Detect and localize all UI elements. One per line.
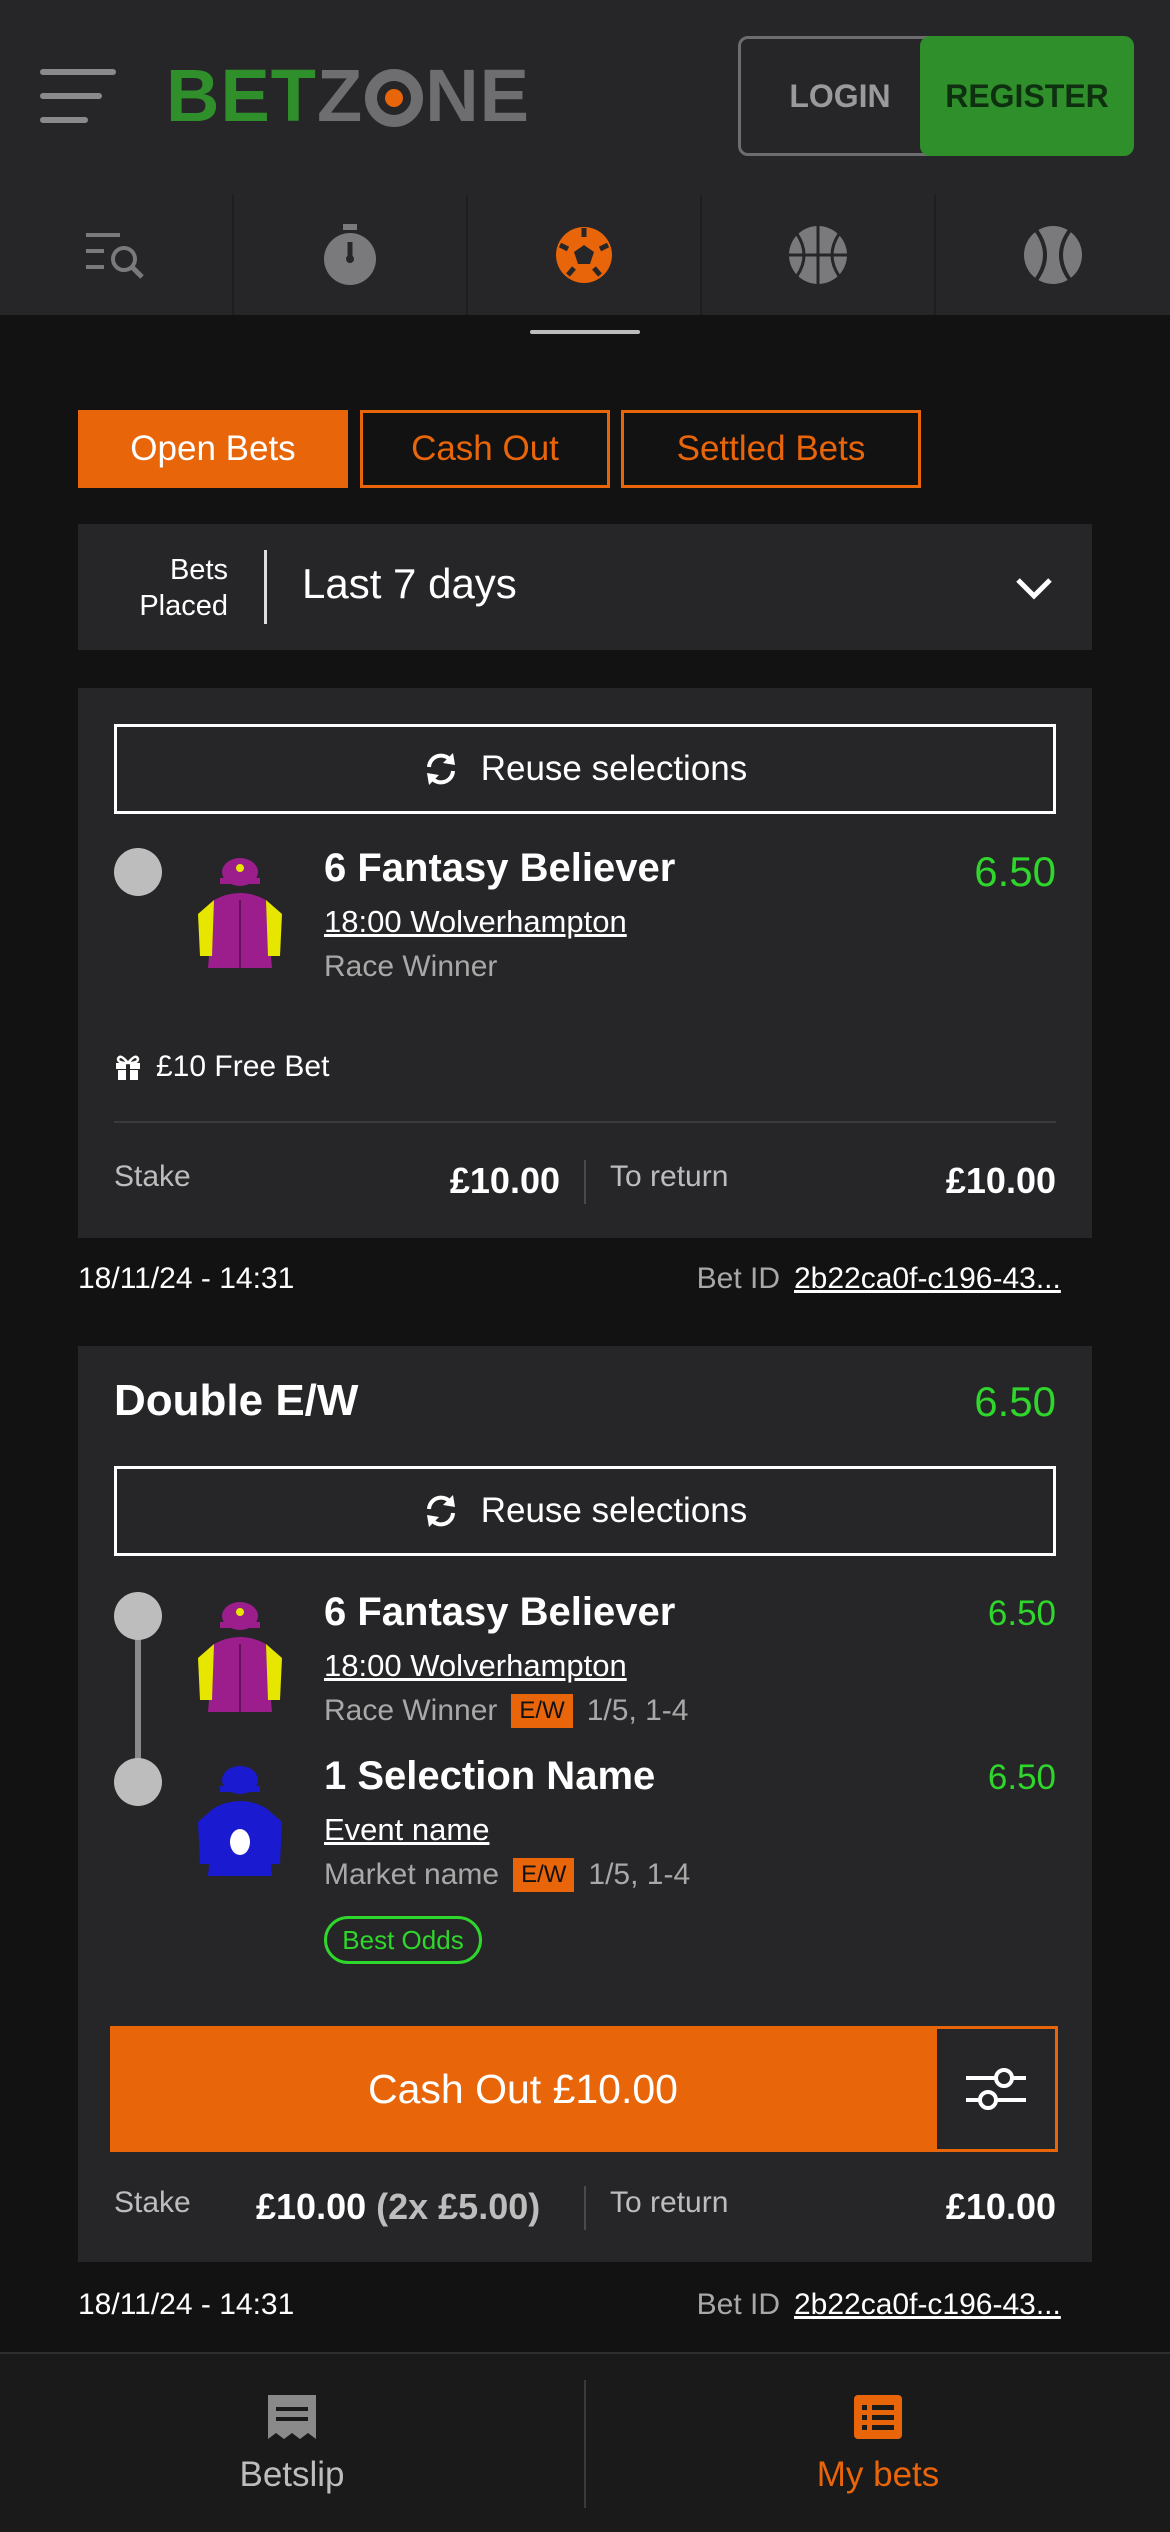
each-way-badge: E/W	[511, 1694, 573, 1728]
reuse-label: Reuse selections	[480, 1491, 748, 1530]
refresh-icon	[426, 1495, 455, 1527]
bet-id: Bet ID 2b22ca0f-c196-43...	[697, 1262, 1078, 1296]
sport-active-indicator	[530, 330, 640, 334]
filter-value: Last 7 days	[302, 560, 517, 607]
stake-return-divider	[584, 1160, 586, 1204]
bottom-nav-my-bets[interactable]: My bets	[586, 2354, 1170, 2532]
sport-tab-inplay[interactable]	[234, 195, 468, 315]
selection-event-link[interactable]: Event name	[324, 1812, 489, 1848]
tab-open-bets[interactable]: Open Bets	[78, 410, 348, 488]
free-bet-label: £10 Free Bet	[114, 1050, 329, 1084]
bottom-nav-betslip[interactable]: Betslip	[0, 2354, 584, 2532]
betzone-logo[interactable]: BETZ NE	[166, 56, 530, 136]
bet-date: 18/11/24 - 14:31	[78, 2288, 295, 2321]
stake-value: £10.00 (2x £5.00)	[256, 2186, 541, 2227]
selection-status-indicator	[114, 1758, 162, 1806]
selection-market: Race Winner	[324, 950, 498, 983]
refresh-icon	[426, 753, 455, 785]
reuse-selections-button[interactable]: Reuse selections	[114, 724, 1056, 814]
selection-status-indicator	[114, 1592, 162, 1640]
selection-market: Market name E/W 1/5, 1-4	[324, 1858, 691, 1892]
bet-id: Bet ID 2b22ca0f-c196-43...	[697, 2288, 1078, 2322]
reuse-label: Reuse selections	[480, 749, 748, 788]
list-icon	[854, 2395, 902, 2439]
reuse-selections-button[interactable]: Reuse selections	[114, 1466, 1056, 1556]
selection-event-link[interactable]: 18:00 Wolverhampton	[324, 1648, 627, 1684]
sport-tab-tennis[interactable]	[936, 195, 1170, 315]
football-icon	[556, 227, 612, 283]
stake-return-divider	[584, 2186, 586, 2230]
sport-tab-football[interactable]	[468, 195, 702, 315]
return-label: To return	[610, 1160, 729, 1193]
sport-tab-search[interactable]	[0, 195, 234, 315]
login-button[interactable]: LOGIN	[738, 36, 942, 156]
bets-placed-filter[interactable]: Bets Placed Last 7 days	[78, 524, 1092, 650]
selection-name: 1 Selection Name	[324, 1754, 656, 1798]
tab-cash-out[interactable]: Cash Out	[360, 410, 610, 488]
stake-label: Stake	[114, 2186, 191, 2219]
bet-id-link[interactable]: 2b22ca0f-c196-43...	[794, 1262, 1078, 1296]
selection-status-indicator	[114, 848, 162, 896]
sport-tab-basketball[interactable]	[702, 195, 936, 315]
selection-odds: 6.50	[974, 848, 1056, 895]
receipt-icon	[268, 2395, 316, 2439]
selection-market: Race Winner E/W 1/5, 1-4	[324, 1694, 689, 1728]
search-menu-icon	[86, 233, 144, 279]
logo-o-mark	[365, 69, 424, 127]
bet-date: 18/11/24 - 14:31	[78, 1262, 295, 1295]
stake-label: Stake	[114, 1160, 191, 1193]
filter-divider	[264, 550, 267, 624]
stake-value: £10.00	[449, 1160, 560, 1201]
card-divider	[114, 1121, 1056, 1123]
sport-nav	[0, 195, 1170, 315]
selection-name: 6 Fantasy Believer	[324, 1590, 676, 1634]
bet-type-title: Double E/W	[114, 1376, 359, 1425]
selection-odds: 6.50	[987, 1758, 1056, 1797]
top-header: BETZ NE LOGIN REGISTER	[0, 0, 1170, 195]
return-value: £10.00	[945, 1160, 1056, 1201]
register-button[interactable]: REGISTER	[920, 36, 1134, 156]
cash-out-settings-button[interactable]	[934, 2026, 1058, 2152]
return-value: £10.00	[945, 2186, 1056, 2227]
selection-odds: 6.50	[987, 1594, 1056, 1633]
bet-total-odds: 6.50	[974, 1378, 1056, 1425]
basketball-icon	[789, 226, 847, 284]
each-way-badge: E/W	[513, 1858, 575, 1892]
cash-out-button[interactable]: Cash Out £10.00	[110, 2026, 936, 2152]
hamburger-menu-icon[interactable]	[40, 66, 116, 126]
filter-label: Bets Placed	[139, 554, 228, 622]
selection-name: 6 Fantasy Believer	[324, 846, 676, 890]
jockey-silk-purple-icon	[198, 858, 282, 968]
selection-event-link[interactable]: 18:00 Wolverhampton	[324, 904, 627, 940]
sliders-icon	[966, 2068, 1026, 2110]
bottom-nav: Betslip My bets	[0, 2352, 1170, 2532]
tennis-icon	[1024, 226, 1082, 284]
return-label: To return	[610, 2186, 729, 2219]
jockey-silk-purple-icon	[198, 1602, 282, 1712]
best-odds-badge: Best Odds	[324, 1916, 482, 1964]
sport-nav-bottom-edge	[0, 315, 1170, 325]
bet-id-link[interactable]: 2b22ca0f-c196-43...	[794, 2288, 1078, 2322]
tab-settled-bets[interactable]: Settled Bets	[621, 410, 921, 488]
chevron-down-icon	[1016, 578, 1052, 600]
jockey-silk-blue-icon	[198, 1766, 282, 1876]
stopwatch-icon	[324, 224, 376, 285]
gift-icon	[116, 1055, 140, 1080]
